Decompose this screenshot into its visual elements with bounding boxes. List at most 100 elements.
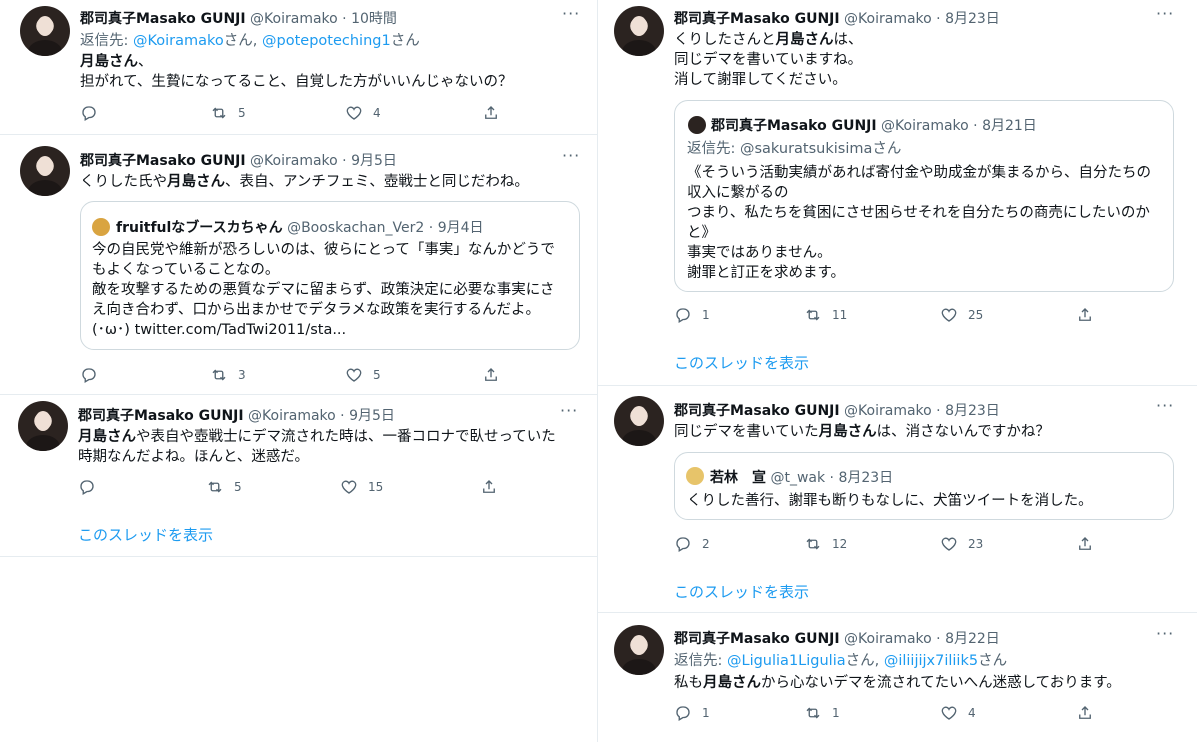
heart-icon (346, 368, 362, 382)
quoted-text: くりした善行、謝罪も断りもなしに、犬笛ツイートを消した。 (687, 493, 1093, 509)
reply-button[interactable] (80, 104, 98, 122)
heart-icon (341, 480, 357, 494)
retweet-button[interactable]: 11 (804, 306, 847, 324)
reply-to: 返信先: @Koiramakoさん, @potepoteching1さん (80, 33, 420, 49)
share-button[interactable] (482, 366, 500, 384)
share-button[interactable] (1076, 704, 1094, 722)
author-name[interactable]: 郡司真子Masako GUNJI (80, 11, 246, 27)
mention-link[interactable]: @iliijijx7iliik5 (884, 653, 978, 669)
quoted-avatar (688, 116, 706, 134)
author-handle[interactable]: @Koiramako (250, 11, 338, 27)
retweet-icon (208, 481, 222, 493)
like-button[interactable]: 5 (345, 366, 381, 384)
avatar[interactable] (614, 6, 664, 56)
like-count: 4 (968, 706, 976, 720)
like-button[interactable]: 23 (940, 535, 983, 553)
retweet-icon (806, 309, 820, 321)
reply-button[interactable] (78, 478, 96, 496)
like-button[interactable]: 4 (940, 704, 976, 722)
timestamp[interactable]: 9月5日 (349, 408, 395, 424)
retweet-button[interactable]: 12 (804, 535, 847, 553)
like-count: 5 (373, 368, 381, 382)
avatar[interactable] (20, 6, 70, 56)
avatar[interactable] (20, 146, 70, 196)
heart-icon (941, 308, 957, 322)
retweet-button[interactable]: 1 (804, 704, 840, 722)
tweet-actions: 5 15 (78, 478, 518, 498)
like-count: 15 (368, 480, 384, 494)
reply-count: 2 (702, 537, 710, 551)
author-handle[interactable]: @Koiramako (844, 631, 932, 647)
quoted-text: 今の自民党や維新が恐ろしいのは、彼らにとって「事実」なんかどうで もよくなってい… (92, 242, 555, 338)
divider (0, 134, 597, 135)
author-name[interactable]: 郡司真子Masako GUNJI (674, 403, 840, 419)
quoted-header: fruitfulなブースカちゃん @Booskachan_Ver2 · 9月4日 (116, 220, 484, 236)
quoted-header: 若林 宣 @t_wak · 8月23日 (710, 470, 894, 486)
timestamp[interactable]: 9月5日 (351, 153, 397, 169)
more-icon[interactable]: ··· (562, 146, 580, 165)
share-icon (485, 106, 497, 119)
mention-link[interactable]: @Ligulia1Ligulia (727, 653, 846, 669)
tweet-header: 郡司真子Masako GUNJI @Koiramako · 8月23日 (674, 11, 1000, 27)
retweet-count: 5 (238, 106, 246, 120)
more-icon[interactable]: ··· (1156, 624, 1174, 643)
tweet-header: 郡司真子Masako GUNJI @Koiramako · 9月5日 (78, 408, 395, 424)
like-button[interactable]: 15 (340, 478, 383, 496)
more-icon[interactable]: ··· (1156, 396, 1174, 415)
tweet-text: 月島さんや表自や壺戦士にデマ流された時は、一番コロナで臥せっていた 時期なんだよ… (78, 429, 556, 465)
author-name[interactable]: 郡司真子Masako GUNJI (674, 631, 840, 647)
author-name[interactable]: 郡司真子Masako GUNJI (80, 153, 246, 169)
reply-icon (80, 480, 94, 495)
quoted-tweet[interactable]: 若林 宣 @t_wak · 8月23日 くりした善行、謝罪も断りもなしに、犬笛ツ… (674, 452, 1174, 520)
author-name[interactable]: 郡司真子Masako GUNJI (674, 11, 840, 27)
tweet-text: くりした氏や月島さん、表自、アンチフェミ、壺戦士と同じだわね。 (80, 174, 529, 190)
share-icon (483, 480, 495, 493)
author-name[interactable]: 郡司真子Masako GUNJI (78, 408, 244, 424)
more-icon[interactable]: ··· (560, 401, 578, 420)
timestamp[interactable]: 8月23日 (945, 11, 1000, 27)
quoted-tweet[interactable]: fruitfulなブースカちゃん @Booskachan_Ver2 · 9月4日… (80, 201, 580, 350)
more-icon[interactable]: ··· (1156, 4, 1174, 23)
quoted-avatar (686, 467, 704, 485)
tweet-header: 郡司真子Masako GUNJI @Koiramako · 9月5日 (80, 153, 397, 169)
like-button[interactable]: 4 (345, 104, 381, 122)
reply-icon (676, 308, 690, 323)
retweet-button[interactable]: 5 (210, 104, 246, 122)
show-thread-link[interactable]: このスレッドを表示 (674, 581, 809, 602)
timestamp[interactable]: 8月22日 (945, 631, 1000, 647)
divider (597, 0, 598, 742)
reply-button[interactable] (80, 366, 98, 384)
show-thread-link[interactable]: このスレッドを表示 (78, 524, 213, 545)
quoted-avatar (92, 218, 110, 236)
reply-button[interactable]: 2 (674, 535, 710, 553)
more-icon[interactable]: ··· (562, 4, 580, 23)
avatar[interactable] (614, 625, 664, 675)
tweet-text: 月島さん、 担がれて、生贄になってること、自覚した方がいいんじゃないの？ (80, 54, 513, 90)
retweet-button[interactable]: 3 (210, 366, 246, 384)
reply-button[interactable]: 1 (674, 704, 710, 722)
author-handle[interactable]: @Koiramako (250, 153, 338, 169)
reply-count: 1 (702, 706, 710, 720)
mention-link[interactable]: @potepoteching1 (262, 33, 391, 49)
author-handle[interactable]: @Koiramako (248, 408, 336, 424)
avatar[interactable] (18, 401, 68, 451)
timestamp[interactable]: 8月23日 (945, 403, 1000, 419)
retweet-button[interactable]: 5 (206, 478, 242, 496)
share-button[interactable] (1076, 535, 1094, 553)
reply-button[interactable]: 1 (674, 306, 710, 324)
share-button[interactable] (1076, 306, 1094, 324)
author-handle[interactable]: @Koiramako (844, 403, 932, 419)
like-button[interactable]: 25 (940, 306, 983, 324)
timestamp[interactable]: 10時間 (351, 11, 397, 27)
show-thread-link[interactable]: このスレッドを表示 (674, 352, 809, 373)
share-icon (1079, 308, 1091, 321)
share-icon (1079, 706, 1091, 719)
tweet-text: 同じデマを書いていた月島さんは、消さないんですかね？ (674, 424, 1050, 440)
share-button[interactable] (482, 104, 500, 122)
quoted-tweet[interactable]: 郡司真子Masako GUNJI @Koiramako · 8月21日 返信先:… (674, 100, 1174, 292)
avatar[interactable] (614, 396, 664, 446)
share-button[interactable] (480, 478, 498, 496)
mention-link[interactable]: @Koiramako (133, 33, 224, 49)
like-count: 4 (373, 106, 381, 120)
author-handle[interactable]: @Koiramako (844, 11, 932, 27)
